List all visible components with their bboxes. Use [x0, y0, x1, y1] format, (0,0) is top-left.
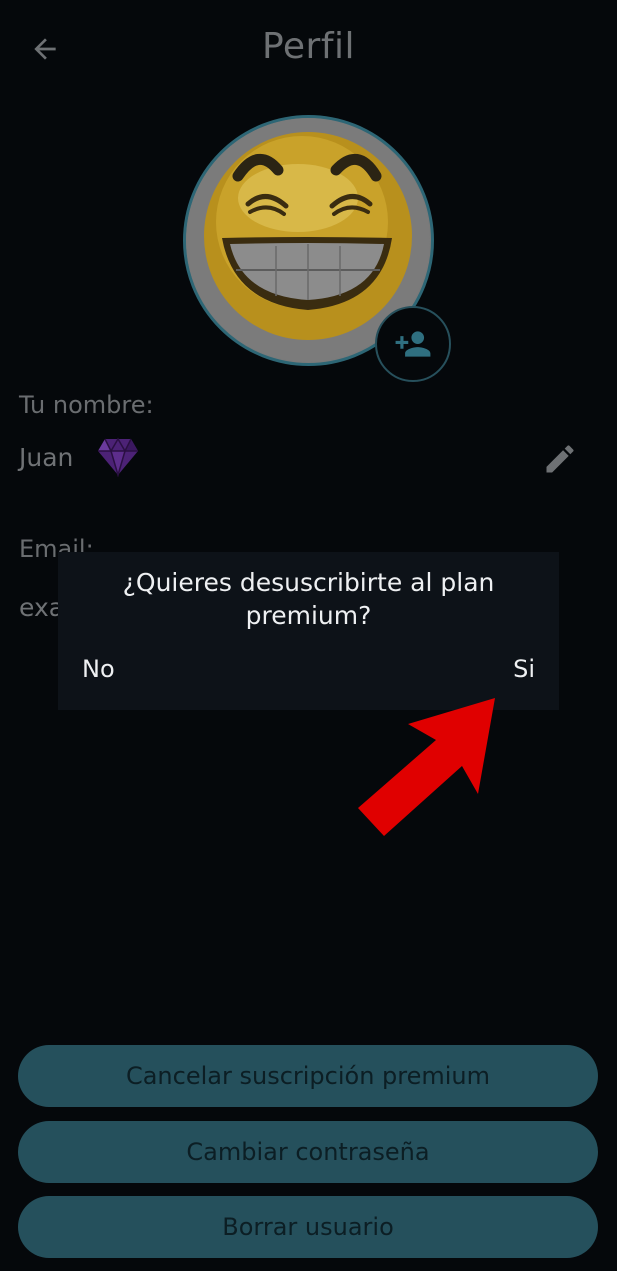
cancel-premium-button[interactable]: Cancelar suscripción premium — [18, 1045, 598, 1107]
profile-screen: Perfil Tu nombre: Juan Email: exa ¿Quier… — [0, 0, 617, 1271]
name-value: Juan — [19, 443, 74, 472]
dialog-yes-button[interactable]: Si — [513, 655, 535, 683]
dialog-message: ¿Quieres desuscribirte al plan premium? — [122, 568, 495, 630]
add-photo-button[interactable] — [375, 306, 451, 382]
dialog-no-button[interactable]: No — [82, 655, 115, 683]
change-password-button[interactable]: Cambiar contraseña — [18, 1121, 598, 1183]
add-person-icon — [395, 331, 431, 357]
page-title: Perfil — [261, 26, 356, 67]
red-arrow-annotation — [358, 698, 495, 836]
top-bar: Perfil — [0, 0, 617, 100]
pencil-icon — [546, 445, 574, 473]
name-label: Tu nombre: — [19, 391, 154, 419]
edit-name-button[interactable] — [542, 441, 578, 477]
diamond-icon — [98, 437, 138, 477]
delete-user-button[interactable]: Borrar usuario — [18, 1196, 598, 1258]
unsubscribe-dialog: ¿Quieres desuscribirte al plan premium? … — [58, 552, 559, 710]
